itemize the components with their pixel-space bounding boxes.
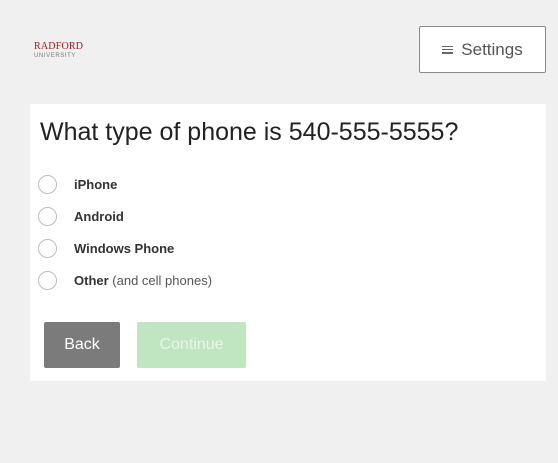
- option-label: Android: [74, 209, 124, 224]
- radio-button[interactable]: [38, 175, 57, 194]
- option-iphone[interactable]: iPhone: [38, 174, 212, 195]
- radio-button[interactable]: [38, 271, 57, 290]
- hamburger-menu-icon: [442, 45, 454, 54]
- question-title: What type of phone is 540-555-5555?: [40, 118, 459, 146]
- phone-type-options: iPhone Android Windows Phone Other (and …: [38, 174, 212, 302]
- option-android[interactable]: Android: [38, 206, 212, 227]
- option-other[interactable]: Other (and cell phones): [38, 270, 212, 291]
- university-logo[interactable]: RADFORD UNIVERSITY: [34, 41, 84, 60]
- back-button[interactable]: Back: [44, 322, 120, 368]
- header: RADFORD UNIVERSITY Settings: [0, 0, 558, 95]
- question-card: What type of phone is 540-555-5555? iPho…: [30, 104, 546, 381]
- option-windows-phone[interactable]: Windows Phone: [38, 238, 212, 259]
- option-label: Windows Phone: [74, 241, 175, 256]
- radio-button[interactable]: [38, 239, 57, 258]
- settings-button[interactable]: Settings: [419, 26, 546, 73]
- option-label: Other: [74, 273, 109, 288]
- settings-button-label: Settings: [461, 39, 523, 59]
- option-note: (and cell phones): [112, 273, 213, 288]
- logo-wordmark: RADFORD: [34, 41, 84, 52]
- radio-button[interactable]: [38, 207, 57, 226]
- option-label: iPhone: [74, 177, 118, 192]
- continue-button[interactable]: Continue: [137, 322, 246, 368]
- logo-subtitle: UNIVERSITY: [34, 53, 77, 59]
- option-label-wrapper: Other (and cell phones): [74, 273, 212, 288]
